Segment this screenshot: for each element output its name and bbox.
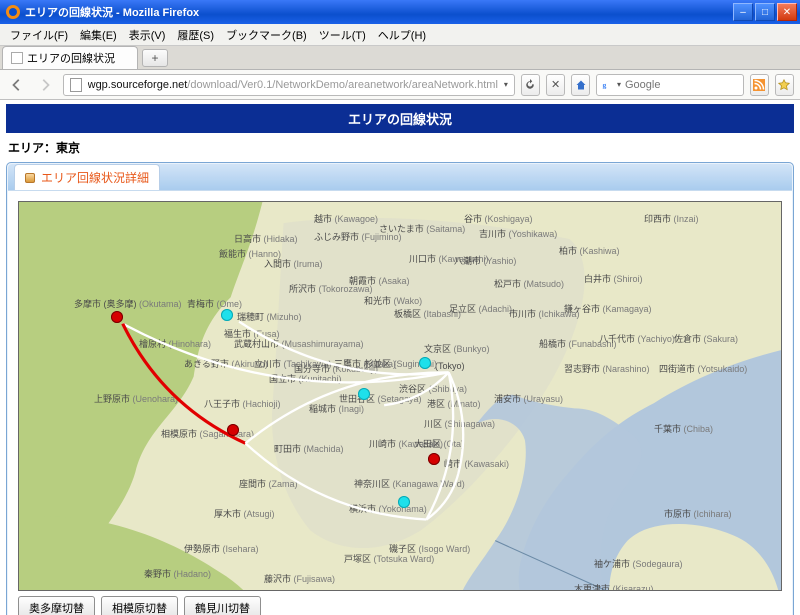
firefox-icon — [6, 5, 20, 19]
menu-bar: ファイル(F) 編集(E) 表示(V) 履歴(S) ブックマーク(B) ツール(… — [0, 24, 800, 46]
feed-button[interactable] — [750, 74, 769, 96]
menu-edit[interactable]: 編集(E) — [74, 24, 123, 46]
stop-button[interactable]: ✕ — [546, 74, 565, 96]
network-link — [123, 324, 246, 444]
network-overlay — [19, 202, 781, 591]
network-node-sagamihara[interactable] — [227, 424, 239, 436]
menu-help[interactable]: ヘルプ(H) — [372, 24, 432, 46]
svg-text:g: g — [603, 80, 607, 89]
url-dropdown-icon[interactable]: ▾ — [504, 80, 508, 89]
browser-tab-title: エリアの回線状況 — [27, 50, 115, 66]
bookmark-button[interactable] — [775, 74, 794, 96]
network-node-kawasaki[interactable] — [428, 453, 440, 465]
network-node-mizuho[interactable] — [221, 309, 233, 321]
area-label: エリア：東京 — [6, 133, 794, 162]
close-button[interactable]: ✕ — [777, 3, 797, 21]
menu-bookmarks[interactable]: ブックマーク(B) — [220, 24, 313, 46]
switch-button-row: 奥多摩切替 相模原切替 鶴見川切替 — [18, 591, 782, 615]
browser-tab-active[interactable]: エリアの回線状況 — [2, 46, 138, 69]
detail-panel: エリア回線状況詳細 — [6, 162, 794, 615]
url-field[interactable]: wgp.sourceforge.net/download/Ver0.1/Netw… — [63, 74, 515, 96]
menu-tools[interactable]: ツール(T) — [313, 24, 372, 46]
url-text: wgp.sourceforge.net/download/Ver0.1/Netw… — [88, 79, 498, 91]
menu-file[interactable]: ファイル(F) — [4, 24, 74, 46]
search-field[interactable]: g ▾ — [596, 74, 743, 96]
page-banner-title: エリアの回線状況 — [348, 112, 452, 127]
network-map[interactable]: 越市 (Kawagoe)谷市 (Koshigaya)印西市 (Inzai)日高市… — [18, 201, 782, 591]
search-engine-dropdown-icon[interactable]: ▾ — [617, 80, 621, 89]
minimize-button[interactable]: – — [733, 3, 753, 21]
panel-tab-icon — [25, 173, 35, 183]
window-titlebar: エリアの回線状況 - Mozilla Firefox – □ ✕ — [0, 0, 800, 24]
network-link — [245, 443, 426, 519]
google-icon: g — [601, 78, 613, 92]
switch-tsurumi-button[interactable]: 鶴見川切替 — [184, 596, 261, 615]
nav-toolbar: wgp.sourceforge.net/download/Ver0.1/Netw… — [0, 70, 800, 100]
forward-button[interactable] — [34, 74, 56, 96]
menu-history[interactable]: 履歴(S) — [171, 24, 220, 46]
favicon-icon — [11, 52, 23, 64]
page-icon — [70, 78, 82, 92]
window-title: エリアの回線状況 - Mozilla Firefox — [25, 4, 733, 20]
browser-tabstrip: エリアの回線状況 + — [0, 46, 800, 70]
panel-tab-label: エリア回線状況詳細 — [41, 169, 149, 186]
page-banner: エリアの回線状況 — [6, 104, 794, 133]
network-node-tokyo[interactable] — [419, 357, 431, 369]
panel-tabstrip: エリア回線状況詳細 — [8, 164, 792, 190]
back-button[interactable] — [6, 74, 28, 96]
home-button[interactable] — [571, 74, 590, 96]
network-node-setagaya[interactable] — [358, 388, 370, 400]
reload-button[interactable] — [521, 74, 540, 96]
panel-tab-detail[interactable]: エリア回線状況詳細 — [14, 164, 160, 190]
network-link — [239, 322, 449, 375]
page-content: エリアの回線状況 エリア：東京 エリア回線状況詳細 — [0, 100, 800, 615]
maximize-button[interactable]: □ — [755, 3, 775, 21]
switch-okutama-button[interactable]: 奥多摩切替 — [18, 596, 95, 615]
switch-sagamihara-button[interactable]: 相模原切替 — [101, 596, 178, 615]
search-input[interactable] — [625, 79, 739, 91]
network-node-okutama[interactable] — [111, 311, 123, 323]
network-node-yokohama[interactable] — [398, 496, 410, 508]
new-tab-button[interactable]: + — [142, 49, 168, 67]
menu-view[interactable]: 表示(V) — [123, 24, 172, 46]
